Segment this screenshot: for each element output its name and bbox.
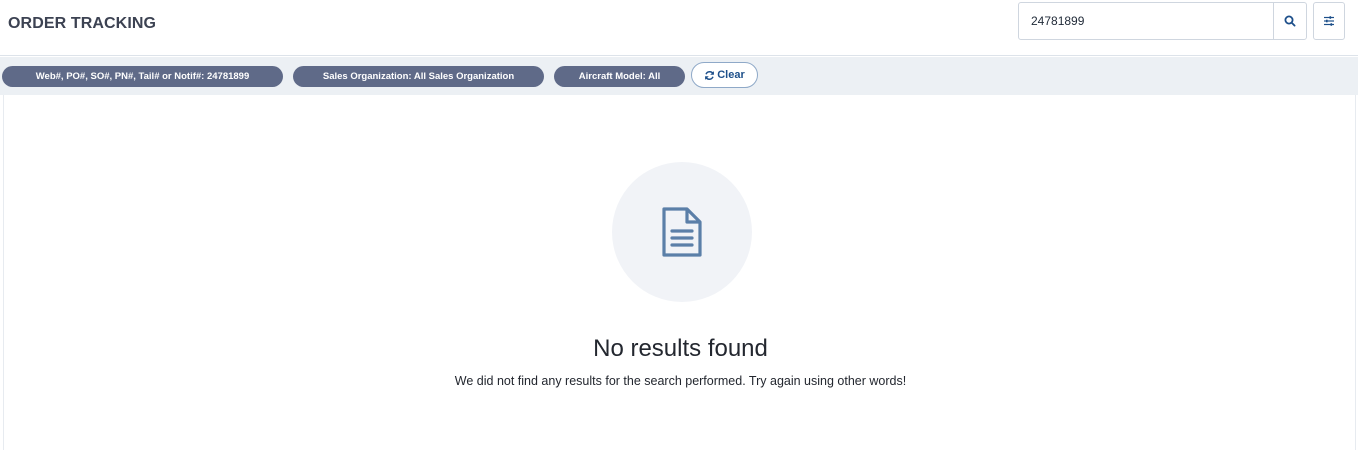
empty-state-message: We did not find any results for the sear… bbox=[454, 374, 907, 388]
filter-chip-aircraft-model[interactable]: Aircraft Model: All bbox=[554, 66, 685, 87]
search-button[interactable] bbox=[1273, 3, 1306, 39]
filter-settings-button[interactable] bbox=[1313, 2, 1345, 40]
sliders-icon bbox=[1324, 16, 1334, 26]
page-header: ORDER TRACKING bbox=[0, 0, 1358, 56]
clear-filters-button[interactable]: Clear bbox=[691, 62, 758, 88]
clear-label: Clear bbox=[717, 69, 745, 81]
document-icon bbox=[662, 207, 702, 257]
search-box bbox=[1018, 2, 1307, 40]
results-panel: No results found We did not find any res… bbox=[3, 95, 1356, 450]
page-title: ORDER TRACKING bbox=[8, 15, 157, 32]
active-filters-bar: Web#, PO#, SO#, PN#, Tail# or Notif#: 24… bbox=[0, 57, 1358, 95]
empty-state-illustration bbox=[612, 162, 752, 302]
filter-chip-sales-organization[interactable]: Sales Organization: All Sales Organizati… bbox=[293, 66, 544, 87]
search-input[interactable] bbox=[1019, 3, 1273, 39]
empty-state-title: No results found bbox=[593, 335, 768, 362]
refresh-icon bbox=[705, 70, 715, 80]
search-icon bbox=[1284, 15, 1296, 27]
filter-chip-search[interactable]: Web#, PO#, SO#, PN#, Tail# or Notif#: 24… bbox=[2, 66, 283, 87]
